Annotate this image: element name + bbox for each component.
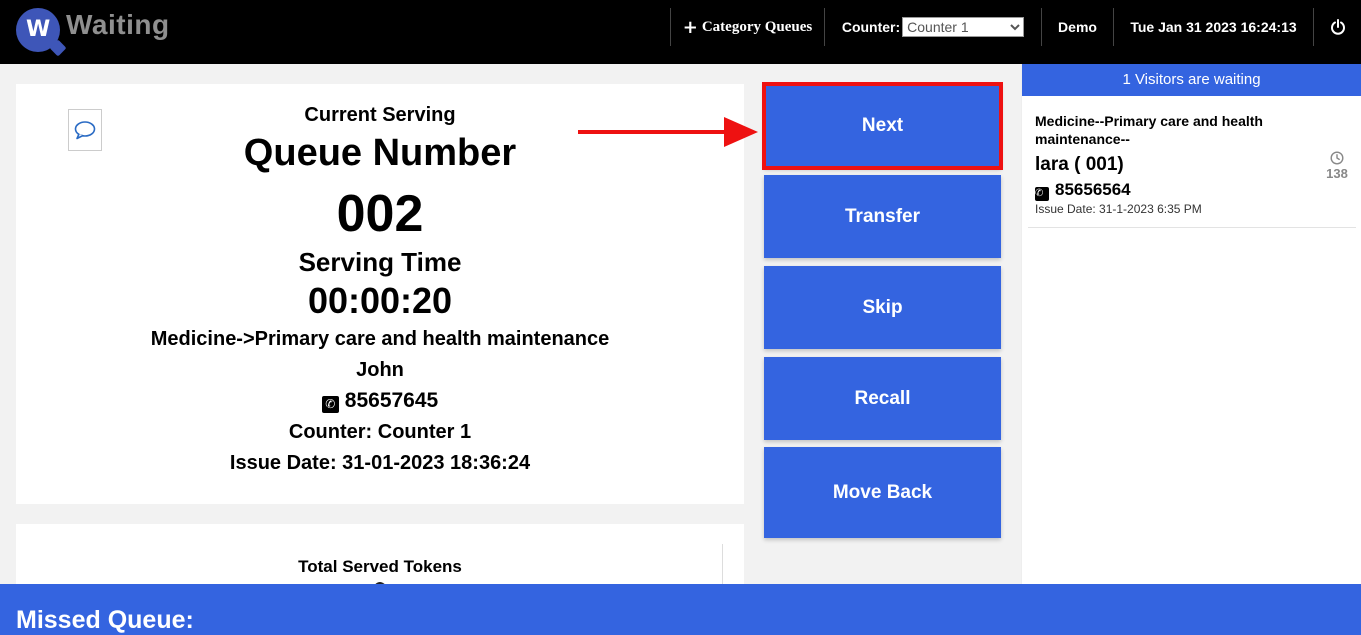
waiting-visitors-panel: 1 Visitors are waiting Medicine--Primary…	[1021, 64, 1361, 584]
waiting-item-phone-number: 85656564	[1055, 180, 1131, 199]
serving-time-value: 00:00:20	[307, 280, 453, 321]
waiting-item-phone: ✆ 85656564	[1035, 180, 1131, 201]
top-navbar: W Waiting + Category Queues Counter: Cou…	[0, 0, 1361, 64]
logo-letter: W	[26, 17, 51, 42]
serving-phone: ✆ 85657645	[16, 389, 744, 413]
logo-text: Waiting	[66, 9, 170, 40]
serving-time-label: Serving Time	[298, 247, 462, 277]
phone-icon: ✆	[1035, 187, 1049, 201]
current-datetime: Tue Jan 31 2023 16:24:13	[1113, 8, 1313, 46]
waiting-item-wait-count: 138	[1326, 166, 1348, 181]
missed-queue-title: Missed Queue:	[16, 606, 194, 634]
serving-category: Medicine->Primary care and health mainte…	[150, 328, 610, 350]
waiting-item-name: lara ( 001)	[1035, 154, 1124, 175]
counter-selector: Counter: Counter 1	[824, 8, 1041, 46]
skip-button[interactable]: Skip	[764, 266, 1001, 349]
counter-select[interactable]: Counter 1	[902, 17, 1025, 37]
category-queues-label: Category Queues	[701, 18, 813, 35]
waiting-item-category: Medicine--Primary care and health mainte…	[1035, 113, 1263, 147]
category-queues-link[interactable]: + Category Queues	[670, 8, 824, 46]
phone-icon: ✆	[321, 396, 339, 413]
serving-counter: Counter: Counter 1	[288, 421, 472, 443]
transfer-button[interactable]: Transfer	[764, 175, 1001, 258]
waiting-list-item[interactable]: Medicine--Primary care and health mainte…	[1028, 104, 1356, 228]
next-button[interactable]: Next	[762, 82, 1003, 170]
app-logo[interactable]: W Waiting	[14, 6, 184, 56]
counter-label: Counter:	[841, 19, 901, 35]
waiting-count-header: 1 Visitors are waiting	[1022, 64, 1361, 96]
logout-button[interactable]	[1313, 8, 1361, 46]
queue-number-value: 002	[336, 185, 424, 243]
move-back-button[interactable]: Move Back	[764, 447, 1001, 538]
waiting-item-issue-date: Issue Date: 31-1-2023 6:35 PM	[1035, 202, 1202, 216]
missed-queue-bar: Missed Queue:	[0, 584, 1361, 635]
serving-issue-date: Issue Date: 31-01-2023 18:36:24	[229, 452, 531, 474]
user-menu[interactable]: Demo	[1041, 8, 1113, 46]
clock-icon	[1330, 151, 1344, 165]
serving-phone-number: 85657645	[344, 389, 439, 412]
plus-icon: +	[682, 16, 698, 38]
red-arrow-annotation	[578, 117, 758, 147]
serving-visitor-name: John	[356, 359, 404, 381]
power-icon	[1330, 19, 1345, 35]
total-served-tokens-label: Total Served Tokens	[298, 557, 462, 576]
recall-button[interactable]: Recall	[764, 357, 1001, 440]
